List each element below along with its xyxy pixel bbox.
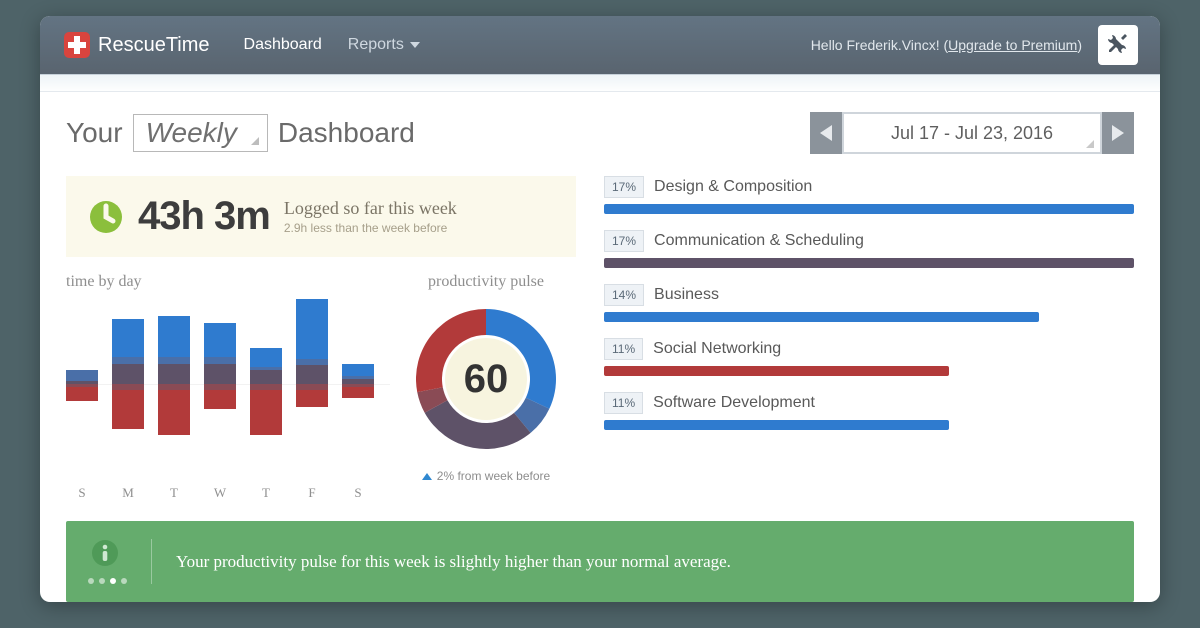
day-label: M	[112, 485, 144, 501]
category-name: Software Development	[653, 394, 815, 412]
category-pct: 17%	[604, 176, 644, 198]
summary-line1: Logged so far this week	[284, 198, 457, 219]
day-label: S	[66, 485, 98, 501]
bar-column	[342, 299, 374, 469]
nav-dashboard[interactable]: Dashboard	[244, 36, 322, 54]
bar-column	[112, 299, 144, 469]
category-pct: 17%	[604, 230, 644, 252]
category-name: Communication & Scheduling	[654, 232, 864, 250]
category-row[interactable]: 11% Software Development	[604, 392, 1134, 430]
left-column: 43h 3m Logged so far this week 2.9h less…	[66, 176, 576, 501]
date-range-select[interactable]: Jul 17 - Jul 23, 2016	[842, 112, 1102, 154]
category-bar	[604, 312, 1039, 322]
banner-pager[interactable]	[88, 578, 127, 584]
time-summary: 43h 3m Logged so far this week 2.9h less…	[66, 176, 576, 257]
day-label: T	[158, 485, 190, 501]
category-bar	[604, 258, 1134, 268]
brand-name: RescueTime	[98, 34, 210, 57]
total-logged-time: 43h 3m	[138, 194, 270, 239]
category-pct: 11%	[604, 392, 643, 414]
banner-text: Your productivity pulse for this week is…	[176, 552, 731, 572]
bar-column	[66, 299, 98, 469]
app-window: RescueTime Dashboard Reports Hello Frede…	[40, 16, 1160, 602]
bar-column	[204, 299, 236, 469]
summary-line2: 2.9h less than the week before	[284, 221, 457, 235]
clock-icon	[88, 199, 124, 235]
category-bar	[604, 420, 949, 430]
top-nav: Dashboard Reports	[244, 36, 420, 54]
day-label: W	[204, 485, 236, 501]
arrow-up-icon	[422, 473, 432, 480]
category-pct: 11%	[604, 338, 643, 360]
bar-column	[158, 299, 190, 469]
category-list: 17% Design & Composition 17% Communication …	[604, 176, 1134, 501]
productivity-pulse-chart[interactable]: productivity pulse 60 2% from week befor…	[396, 273, 576, 501]
day-label: F	[296, 485, 328, 501]
title-row: Your Weekly Dashboard Jul 17 - Jul 23, 2…	[40, 92, 1160, 176]
brand[interactable]: RescueTime	[62, 30, 210, 60]
pulse-score: 60	[445, 338, 527, 420]
category-row[interactable]: 11% Social Networking	[604, 338, 1134, 376]
category-name: Design & Composition	[654, 178, 812, 196]
category-pct: 14%	[604, 284, 644, 306]
category-row[interactable]: 17% Communication & Scheduling	[604, 230, 1134, 268]
bar-column	[296, 299, 328, 469]
category-name: Business	[654, 286, 719, 304]
chevron-down-icon	[410, 42, 420, 48]
period-select[interactable]: Weekly	[133, 114, 268, 152]
category-row[interactable]: 14% Business	[604, 284, 1134, 322]
chart-title: time by day	[66, 273, 390, 291]
insight-banner[interactable]: Your productivity pulse for this week is…	[66, 521, 1134, 602]
day-label: S	[342, 485, 374, 501]
header-band	[40, 74, 1160, 92]
upgrade-link[interactable]: Upgrade to Premium	[948, 37, 1077, 53]
page-title: Your Weekly Dashboard	[66, 114, 415, 152]
category-bar	[604, 204, 1134, 214]
settings-button[interactable]	[1098, 25, 1138, 65]
next-period-button[interactable]	[1102, 112, 1134, 154]
tools-icon	[1106, 31, 1130, 60]
pulse-delta: 2% from week before	[396, 469, 576, 483]
info-icon	[88, 539, 122, 572]
app-header: RescueTime Dashboard Reports Hello Frede…	[40, 16, 1160, 74]
logo-icon	[62, 30, 92, 60]
date-nav: Jul 17 - Jul 23, 2016	[810, 112, 1134, 154]
prev-period-button[interactable]	[810, 112, 842, 154]
category-name: Social Networking	[653, 340, 781, 358]
nav-reports[interactable]: Reports	[348, 36, 420, 54]
category-bar	[604, 366, 949, 376]
category-row[interactable]: 17% Design & Composition	[604, 176, 1134, 214]
main-content: 43h 3m Logged so far this week 2.9h less…	[40, 176, 1160, 521]
chart-title: productivity pulse	[396, 273, 576, 291]
day-label: T	[250, 485, 282, 501]
greeting: Hello Frederik.Vincx! (Upgrade to Premiu…	[811, 37, 1082, 53]
time-by-day-chart[interactable]: time by day SMTWTFS	[66, 273, 390, 501]
bar-column	[250, 299, 282, 469]
